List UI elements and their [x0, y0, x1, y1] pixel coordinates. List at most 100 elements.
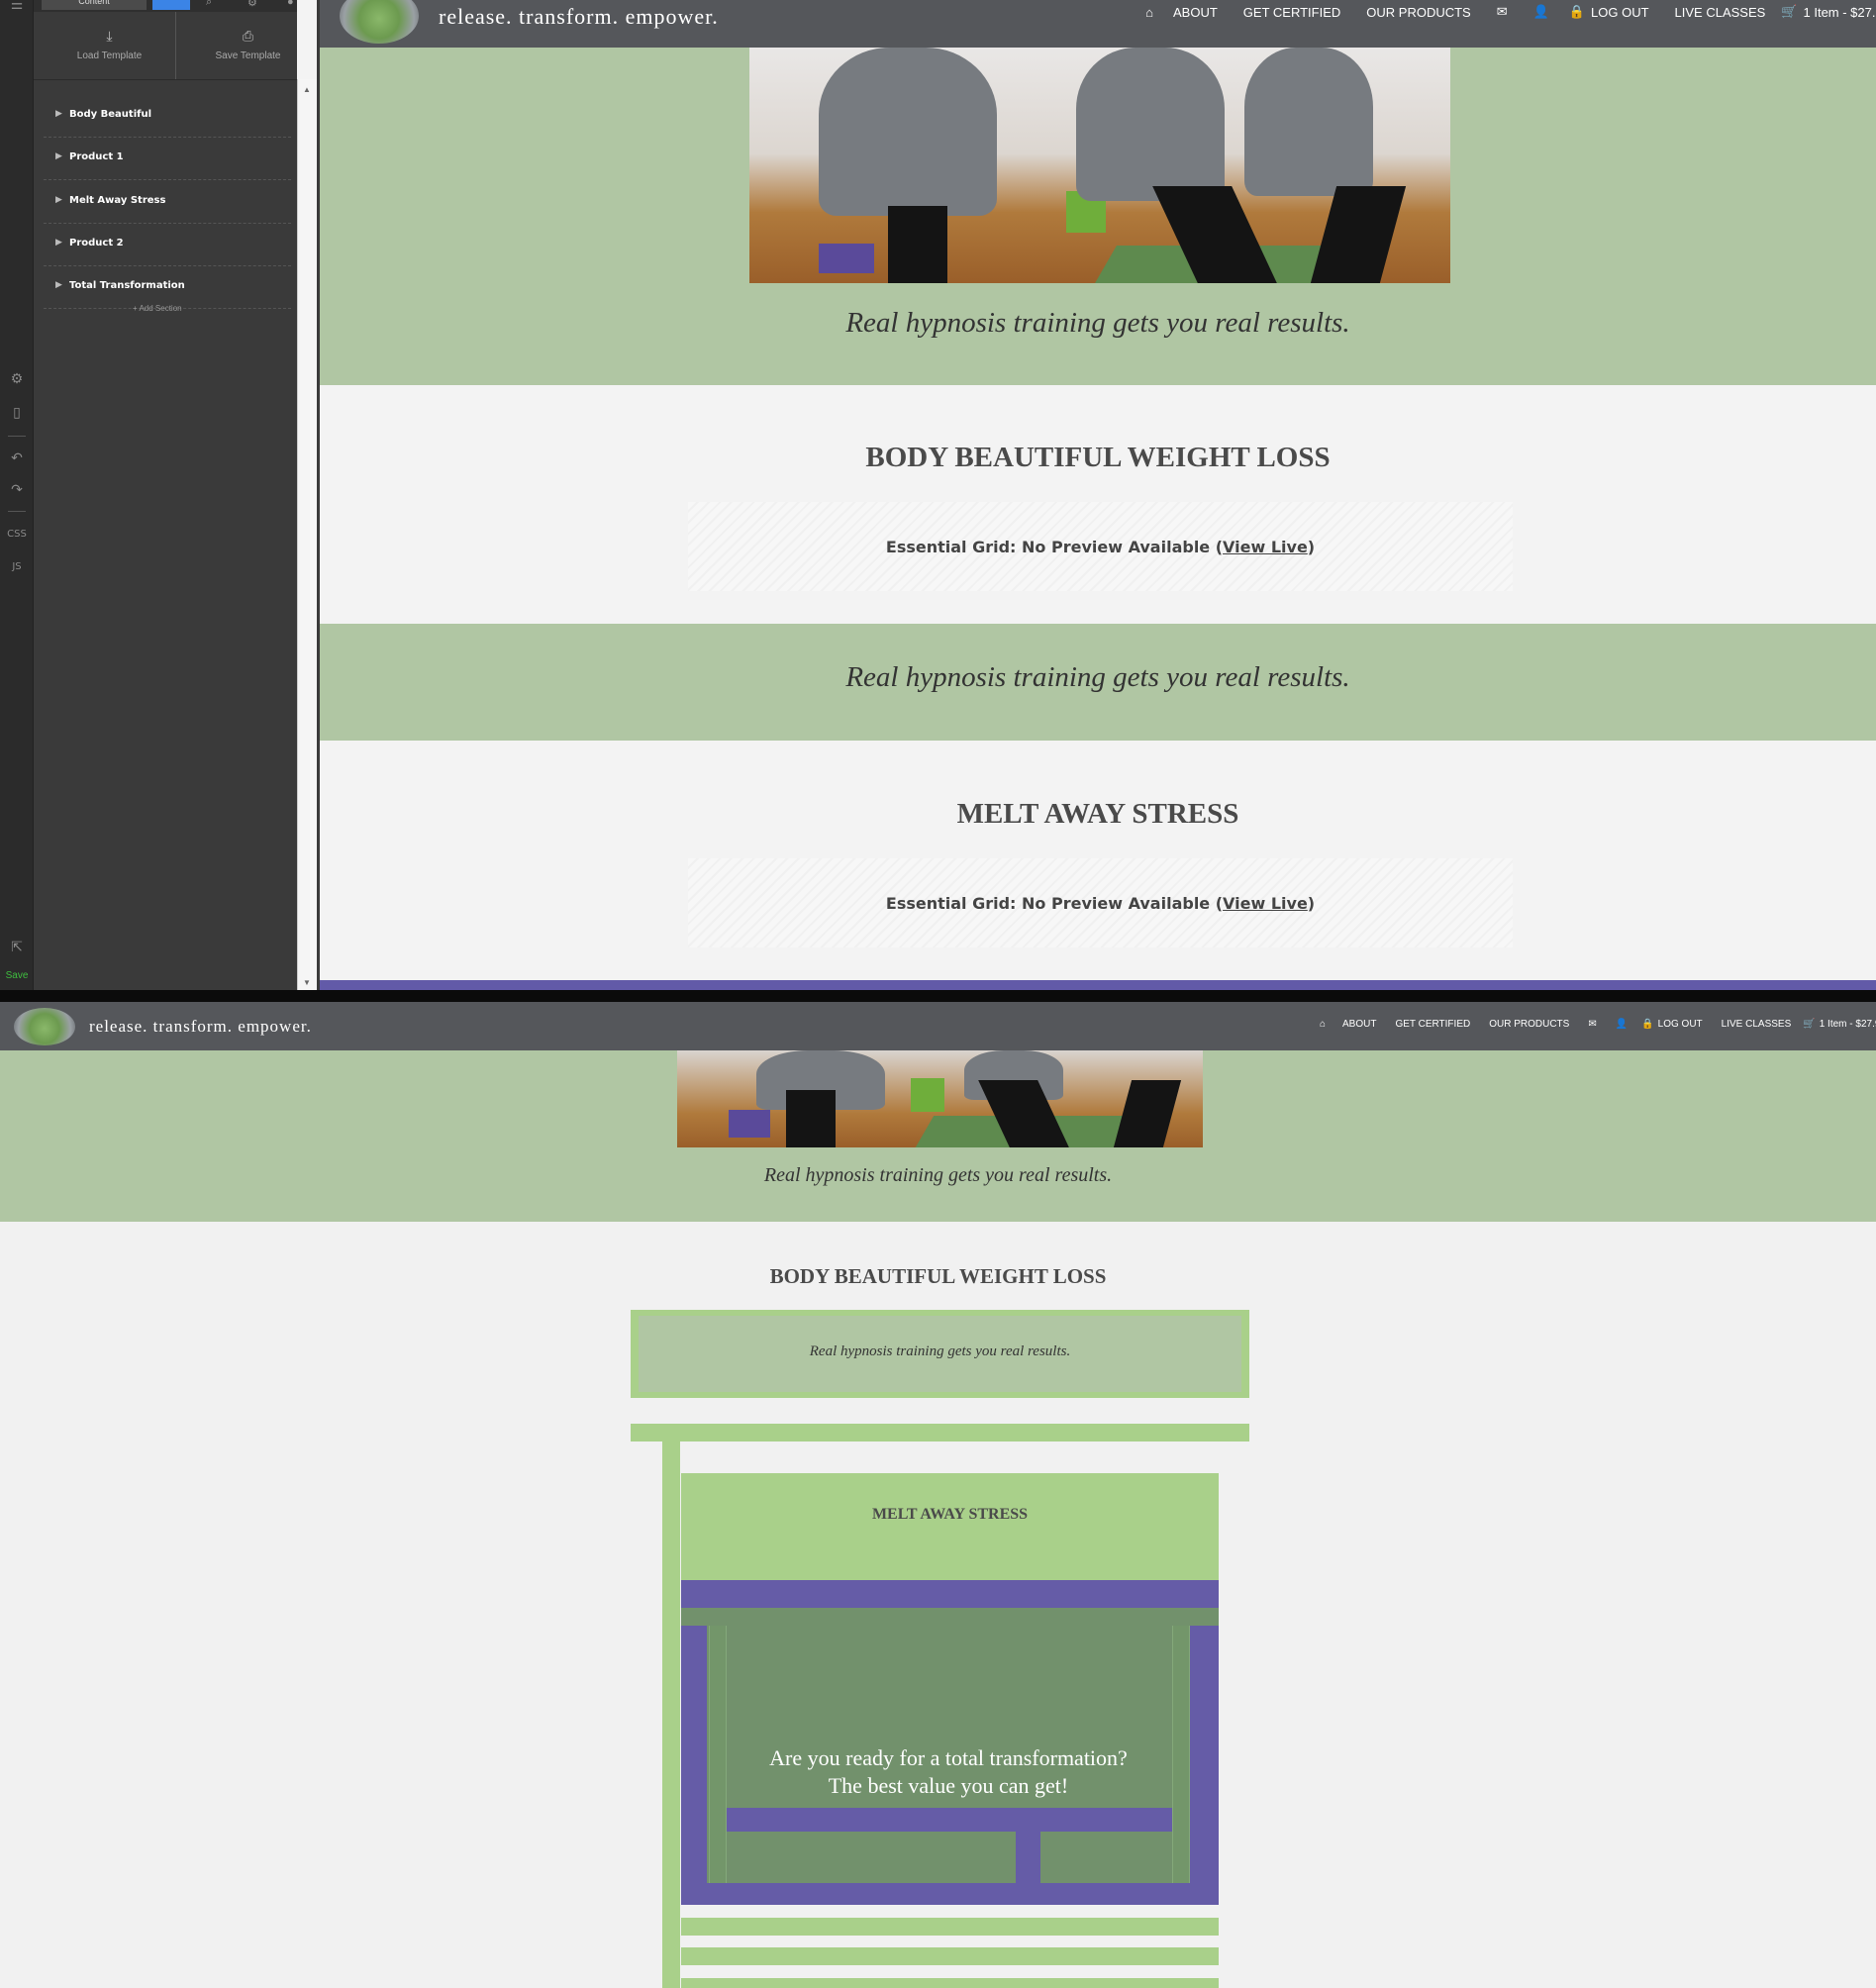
undo-icon[interactable]: ↶	[0, 449, 34, 466]
panel-scrollbar[interactable]: ▲ ▼	[297, 79, 317, 990]
tab-layout[interactable]	[152, 0, 190, 10]
section-item-total-transformation[interactable]: ▶ Total Transformation	[44, 266, 291, 309]
frame-top	[681, 1608, 1219, 1626]
external-link-icon[interactable]: ⇱	[0, 939, 34, 955]
nav-our-products[interactable]: OUR PRODUCTS	[1366, 5, 1470, 20]
cart-icon[interactable]: 🛒	[1781, 4, 1797, 20]
section-item-product-2[interactable]: ▶ Product 2	[44, 224, 291, 266]
main-nav: ⌂ ABOUT GET CERTIFIED OUR PRODUCTS ✉ 👤 🔒…	[1313, 1019, 1876, 1030]
save-template-label: Save Template	[215, 50, 281, 61]
nav-log-out[interactable]: LOG OUT	[1591, 5, 1649, 20]
nav-cart[interactable]: 1 Item - $27.99	[1820, 1019, 1876, 1030]
band-quote: Real hypnosis training gets you real res…	[845, 661, 1350, 693]
purple-inner-divider	[1016, 1832, 1040, 1883]
purple-strip	[681, 1580, 1219, 1608]
mail-icon[interactable]: ✉	[1497, 4, 1508, 20]
account-icon[interactable]: 👤	[1533, 4, 1549, 20]
view-live-link[interactable]: View Live	[1223, 894, 1308, 913]
box-quote: Real hypnosis training gets you real res…	[809, 1343, 1071, 1359]
section-item-product-1[interactable]: ▶ Product 1	[44, 138, 291, 180]
mail-icon[interactable]: ✉	[1588, 1019, 1596, 1030]
save-icon: ⎙	[242, 28, 254, 44]
hero-quote: Real hypnosis training gets you real res…	[763, 1164, 1113, 1186]
tab-content[interactable]: Content	[42, 0, 147, 10]
redo-icon[interactable]: ↷	[0, 481, 34, 498]
nav-our-products[interactable]: OUR PRODUCTS	[1489, 1019, 1569, 1030]
nav-log-out[interactable]: LOG OUT	[1658, 1019, 1703, 1030]
section-title-melt-away-stress: MELT AWAY STRESS	[956, 798, 1239, 830]
section-item-melt-away-stress[interactable]: ▶ Melt Away Stress	[44, 181, 291, 224]
green-column	[662, 1441, 680, 1988]
purple-inner-strip	[727, 1808, 1172, 1832]
editor-side-panel: Content ⌕ ⚙ ● ⤓ Load Template ⎙ Save Tem…	[34, 0, 297, 990]
nav-about[interactable]: ABOUT	[1342, 1019, 1376, 1030]
lock-icon: 🔒	[1568, 4, 1586, 19]
load-template-button[interactable]: ⤓ Load Template	[44, 28, 175, 79]
site-header: release. transform. empower. ⌂ ABOUT GET…	[0, 1002, 1876, 1050]
mobile-preview-icon[interactable]: ▯	[0, 404, 34, 421]
lock-icon: 🔒	[1641, 1019, 1654, 1030]
site-tagline: release. transform. empower.	[89, 1016, 312, 1036]
green-strip	[631, 1424, 1249, 1441]
download-icon: ⤓	[106, 28, 113, 44]
nav-get-certified[interactable]: GET CERTIFIED	[1395, 1019, 1470, 1030]
scroll-up-icon[interactable]: ▲	[303, 85, 311, 94]
quote-box: Real hypnosis training gets you real res…	[631, 1310, 1249, 1398]
home-icon[interactable]: ⌂	[1132, 5, 1167, 20]
purple-divider	[320, 980, 1876, 990]
caret-right-icon: ▶	[55, 151, 62, 161]
green-strip	[681, 1918, 1219, 1936]
quote-band: Real hypnosis training gets you real res…	[320, 624, 1876, 741]
js-button[interactable]: JS	[0, 561, 34, 572]
nav-live-classes[interactable]: LIVE CLASSES	[1675, 5, 1766, 20]
melt-away-box: MELT AWAY STRESS	[681, 1473, 1219, 1580]
layers-icon[interactable]: ⚙	[0, 370, 34, 387]
css-button[interactable]: CSS	[0, 529, 34, 540]
menu-icon[interactable]: ☰	[0, 0, 34, 13]
home-icon[interactable]: ⌂	[1313, 1019, 1333, 1030]
box-title-melt-away-stress: MELT AWAY STRESS	[871, 1506, 1029, 1523]
lotus-logo[interactable]	[340, 0, 419, 44]
site-preview: release. transform. empower. ⌂ ABOUT GET…	[320, 0, 1876, 990]
panel-tabs: Content ⌕ ⚙ ●	[34, 0, 297, 12]
caret-right-icon: ▶	[55, 195, 62, 205]
transformation-headline: Are you ready for a total transformation…	[769, 1745, 1128, 1798]
save-button[interactable]: Save	[0, 970, 34, 981]
hero-section: Real hypnosis training gets you real res…	[0, 1050, 1876, 1222]
main-nav: ⌂ ABOUT GET CERTIFIED OUR PRODUCTS ✉ 👤 🔒…	[1132, 4, 1876, 20]
view-live-link[interactable]: View Live	[1223, 538, 1308, 556]
section-item-body-beautiful[interactable]: ▶ Body Beautiful	[44, 95, 291, 138]
account-icon[interactable]: 👤	[1616, 1019, 1628, 1030]
caret-right-icon: ▶	[55, 280, 62, 290]
essential-grid-placeholder: Essential Grid: No Preview Available (Vi…	[688, 502, 1513, 591]
nav-cart[interactable]: 1 Item - $27.99	[1804, 5, 1876, 20]
caret-right-icon: ▶	[55, 238, 62, 248]
live-view-screenshot: release. transform. empower. ⌂ ABOUT GET…	[0, 1002, 1876, 1988]
essential-grid-placeholder: Essential Grid: No Preview Available (Vi…	[688, 858, 1513, 947]
gear-icon[interactable]: ⚙	[247, 0, 257, 9]
save-template-button[interactable]: ⎙ Save Template	[182, 28, 314, 79]
lotus-logo[interactable]	[14, 1007, 75, 1045]
help-icon[interactable]: ●	[287, 0, 294, 8]
section-title-body-beautiful: BODY BEAUTIFUL WEIGHT LOSS	[769, 1264, 1107, 1288]
screenshot-divider	[0, 990, 1876, 1002]
site-tagline: release. transform. empower.	[439, 4, 719, 29]
green-strip	[681, 1947, 1219, 1965]
nav-get-certified[interactable]: GET CERTIFIED	[1243, 5, 1340, 20]
search-icon[interactable]: ⌕	[206, 0, 212, 9]
scroll-down-icon[interactable]: ▼	[303, 978, 311, 987]
cart-icon[interactable]: 🛒	[1803, 1019, 1815, 1030]
yoga-photo	[749, 48, 1450, 283]
load-template-label: Load Template	[76, 50, 143, 61]
editor-left-rail: ☰ ⚙ ▯ ↶ ↷ CSS JS ⇱ Save	[0, 0, 34, 990]
editor-screenshot: ☰ ⚙ ▯ ↶ ↷ CSS JS ⇱ Save Content ⌕ ⚙ ● ⤓ …	[0, 0, 1876, 990]
section-title-body-beautiful: BODY BEAUTIFUL WEIGHT LOSS	[865, 442, 1331, 473]
nav-about[interactable]: ABOUT	[1173, 5, 1218, 20]
nav-live-classes[interactable]: LIVE CLASSES	[1722, 1019, 1792, 1030]
green-strip	[681, 1978, 1219, 1988]
hero-quote: Real hypnosis training gets you real res…	[845, 307, 1350, 339]
site-header: release. transform. empower. ⌂ ABOUT GET…	[320, 0, 1876, 48]
yoga-photo	[677, 1050, 1203, 1147]
caret-right-icon: ▶	[55, 109, 62, 119]
add-section-button[interactable]: + Add Section	[133, 304, 182, 313]
